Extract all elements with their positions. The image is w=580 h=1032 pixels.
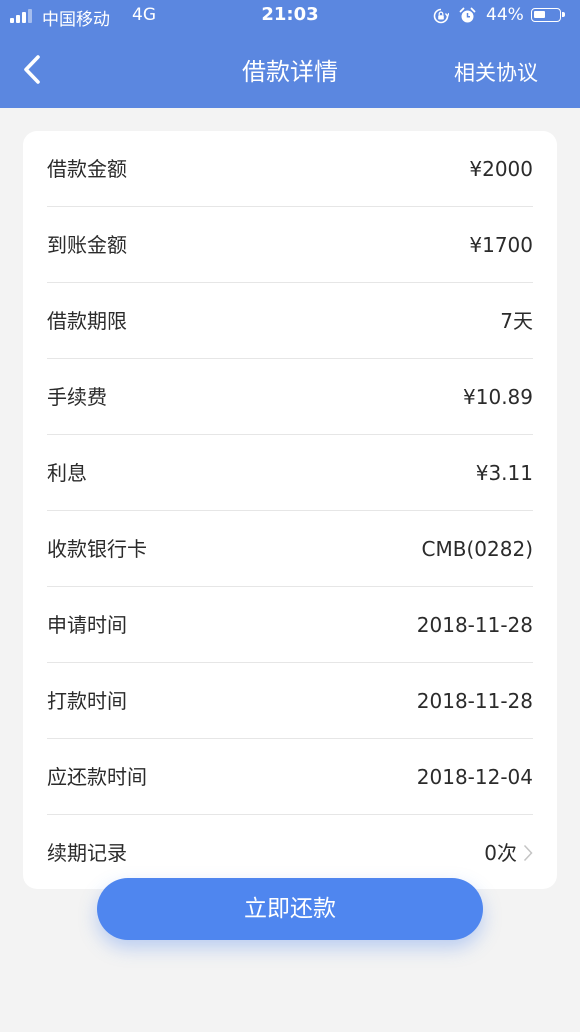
detail-row-service-fee: 手续费 ¥10.89 <box>47 359 533 435</box>
battery-icon <box>531 8 565 22</box>
row-value: ¥1700 <box>469 233 533 257</box>
row-value: CMB(0282) <box>421 537 533 561</box>
row-label: 收款银行卡 <box>47 537 147 561</box>
detail-row-apply-time: 申请时间 2018-11-28 <box>47 587 533 663</box>
row-value: ¥10.89 <box>463 385 533 409</box>
row-value: 2018-11-28 <box>416 689 533 713</box>
row-label: 到账金额 <box>47 233 127 257</box>
row-label: 借款金额 <box>47 157 127 181</box>
detail-row-received-amount: 到账金额 ¥1700 <box>47 207 533 283</box>
detail-row-bank-card: 收款银行卡 CMB(0282) <box>47 511 533 587</box>
row-value: ¥2000 <box>469 157 533 181</box>
top-bar: 中国移动 4G 21:03 44% 借款详情 相关协议 <box>0 0 580 108</box>
alarm-clock-icon <box>459 7 476 23</box>
loan-detail-card: 借款金额 ¥2000 到账金额 ¥1700 借款期限 7天 手续费 ¥10.89… <box>23 131 557 889</box>
row-label: 应还款时间 <box>47 765 147 789</box>
battery-percentage: 44% <box>486 5 524 25</box>
detail-row-interest: 利息 ¥3.11 <box>47 435 533 511</box>
row-label: 手续费 <box>47 385 107 409</box>
row-label: 打款时间 <box>47 689 127 713</box>
back-button[interactable] <box>14 50 54 90</box>
row-value: ¥3.11 <box>475 461 533 485</box>
detail-row-loan-amount: 借款金额 ¥2000 <box>47 131 533 207</box>
row-value: 0次 <box>484 841 517 865</box>
chevron-right-icon <box>523 844 533 862</box>
repay-now-button[interactable]: 立即还款 <box>97 878 483 940</box>
row-value: 2018-12-04 <box>416 765 533 789</box>
related-agreements-link[interactable]: 相关协议 <box>454 57 538 87</box>
detail-row-due-time: 应还款时间 2018-12-04 <box>47 739 533 815</box>
detail-row-payout-time: 打款时间 2018-11-28 <box>47 663 533 739</box>
chevron-left-icon <box>24 55 40 84</box>
row-label: 申请时间 <box>47 613 127 637</box>
row-value: 2018-11-28 <box>416 613 533 637</box>
row-label: 借款期限 <box>47 309 127 333</box>
status-bar: 中国移动 4G 21:03 44% <box>0 0 580 32</box>
detail-row-loan-term: 借款期限 7天 <box>47 283 533 359</box>
row-label: 利息 <box>47 461 87 485</box>
rotation-lock-icon <box>433 8 449 24</box>
row-value: 7天 <box>500 309 533 333</box>
